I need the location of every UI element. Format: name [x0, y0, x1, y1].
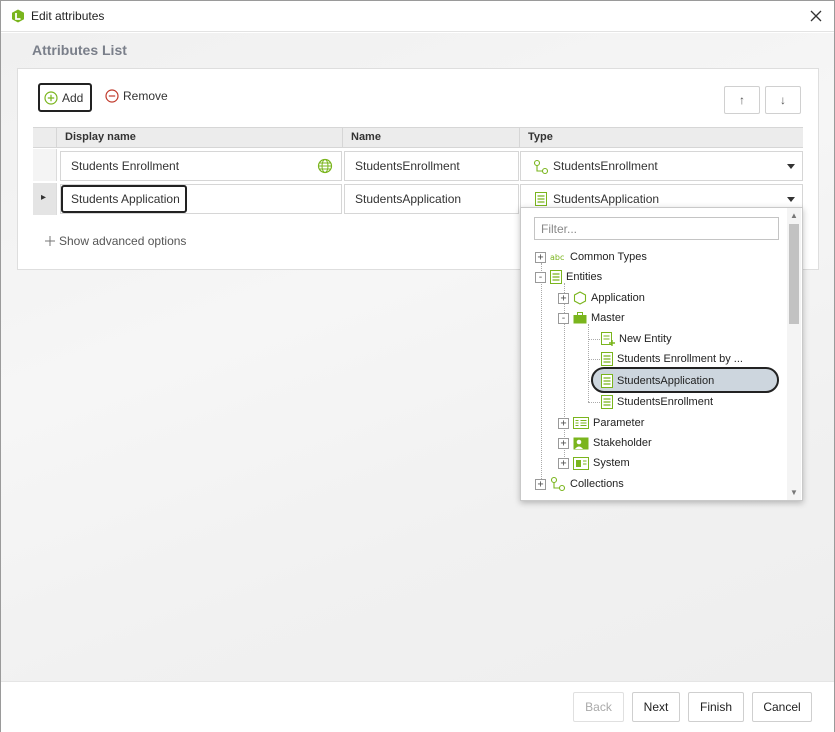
- tree-node-parameter[interactable]: + Parameter: [558, 414, 644, 432]
- finish-label: Finish: [699, 700, 732, 714]
- name-text: StudentsApplication: [355, 192, 462, 206]
- tree-node-system[interactable]: + System: [558, 454, 630, 472]
- tree-node-label: Application: [591, 292, 645, 304]
- add-circle-icon: [44, 90, 58, 105]
- scroll-up-icon[interactable]: ▲: [790, 211, 798, 220]
- add-label: Add: [62, 90, 84, 105]
- back-button[interactable]: Back: [573, 692, 624, 722]
- row-selector[interactable]: [33, 149, 57, 181]
- tree-node-label: Collections: [570, 478, 624, 490]
- arrow-down-icon: ↓: [780, 93, 786, 107]
- collapse-icon[interactable]: -: [535, 271, 546, 283]
- tree-node-master[interactable]: - Master: [558, 309, 625, 327]
- back-label: Back: [585, 700, 612, 714]
- entity-icon: [601, 352, 613, 366]
- display-name-cell[interactable]: Students Application: [60, 184, 342, 214]
- scrollbar-thumb[interactable]: [789, 224, 799, 324]
- system-icon: [573, 456, 589, 470]
- entity-icon: [550, 270, 562, 284]
- tree-node-label: StudentsApplication: [617, 375, 715, 387]
- close-icon: [810, 10, 822, 22]
- tree-node-collections[interactable]: + Collections: [535, 475, 624, 493]
- row-selector-active[interactable]: ▸: [33, 183, 57, 215]
- column-name[interactable]: Name: [351, 128, 381, 147]
- scrollbar[interactable]: ▲ ▼: [787, 208, 801, 500]
- tree-node-students-enrollment-by[interactable]: Students Enrollment by ...: [601, 350, 743, 368]
- entity-icon: [601, 395, 613, 409]
- remove-button[interactable]: Remove: [105, 89, 168, 103]
- advanced-options-label: Show advanced options: [59, 234, 187, 248]
- tree-node-label: StudentsEnrollment: [617, 396, 713, 408]
- stakeholder-icon: [573, 437, 589, 449]
- show-advanced-options-link[interactable]: Show advanced options: [45, 234, 186, 248]
- hexagon-icon: [573, 291, 587, 305]
- current-row-marker-icon: ▸: [41, 192, 47, 203]
- next-label: Next: [643, 700, 669, 714]
- tree-node-label: New Entity: [619, 333, 672, 345]
- highlight-box: [61, 185, 187, 213]
- collection-icon: [533, 159, 549, 175]
- expand-icon[interactable]: +: [558, 292, 569, 304]
- app-logo-icon: [11, 9, 25, 23]
- cancel-button[interactable]: Cancel: [752, 692, 812, 722]
- tree-node-label: Parameter: [593, 417, 645, 429]
- finish-button[interactable]: Finish: [688, 692, 744, 722]
- type-text: StudentsEnrollment: [553, 159, 658, 173]
- tree-node-students-enrollment[interactable]: StudentsEnrollment: [601, 393, 713, 411]
- close-button[interactable]: [804, 4, 828, 28]
- move-down-button[interactable]: ↓: [765, 86, 801, 114]
- window-title: Edit attributes: [31, 9, 105, 23]
- entity-icon: [535, 192, 547, 206]
- expand-icon[interactable]: +: [535, 251, 546, 263]
- name-cell[interactable]: StudentsEnrollment: [344, 151, 519, 181]
- parameter-icon: [573, 417, 589, 429]
- column-type[interactable]: Type: [528, 128, 553, 147]
- tree-node-students-application[interactable]: StudentsApplication: [601, 372, 714, 390]
- remove-circle-icon: [105, 89, 119, 103]
- svg-text:abc: abc: [550, 253, 564, 262]
- expand-icon[interactable]: +: [558, 417, 569, 429]
- add-button[interactable]: Add: [38, 83, 92, 112]
- tree-node-entities[interactable]: - Entities: [535, 268, 602, 286]
- briefcase-icon: [573, 312, 587, 324]
- tree-node-label: Stakeholder: [593, 437, 652, 449]
- move-up-button[interactable]: ↑: [724, 86, 760, 114]
- section-title: Attributes List: [32, 42, 127, 58]
- display-name-cell[interactable]: Students Enrollment: [60, 151, 342, 181]
- tree-node-label: Entities: [566, 271, 603, 283]
- tree-node-stakeholder[interactable]: + Stakeholder: [558, 434, 652, 452]
- title-bar: Edit attributes: [1, 1, 834, 32]
- tree-node-label: Common Types: [570, 251, 647, 263]
- text-type-icon: abc: [550, 253, 564, 262]
- tree-node-label: Master: [591, 312, 625, 324]
- tree-node-new-entity[interactable]: New Entity: [601, 330, 672, 348]
- name-text: StudentsEnrollment: [355, 159, 460, 173]
- plus-icon: [45, 236, 55, 246]
- name-cell[interactable]: StudentsApplication: [344, 184, 519, 214]
- display-name-text: Students Enrollment: [71, 159, 180, 173]
- tree-node-common-types[interactable]: + abc Common Types: [535, 248, 647, 266]
- expand-icon[interactable]: +: [535, 478, 546, 490]
- scroll-down-icon[interactable]: ▼: [790, 488, 798, 497]
- next-button[interactable]: Next: [632, 692, 680, 722]
- expand-icon[interactable]: +: [558, 457, 569, 469]
- new-entity-icon: [601, 332, 615, 346]
- entity-icon: [601, 374, 613, 388]
- remove-label: Remove: [123, 89, 168, 103]
- cancel-label: Cancel: [763, 700, 801, 714]
- tree-node-application[interactable]: + Application: [558, 289, 645, 307]
- type-cell[interactable]: StudentsEnrollment: [520, 151, 803, 181]
- column-display-name[interactable]: Display name: [65, 128, 136, 147]
- edit-attributes-dialog: Edit attributes Attributes List Add Remo…: [0, 0, 835, 732]
- dropdown-arrow-icon[interactable]: [786, 152, 796, 180]
- collapse-icon[interactable]: -: [558, 312, 569, 324]
- globe-icon[interactable]: [317, 158, 333, 174]
- tree-node-label: System: [593, 457, 630, 469]
- expand-icon[interactable]: +: [558, 437, 569, 449]
- grid-header: Display name Name Type: [33, 127, 803, 148]
- arrow-up-icon: ↑: [739, 93, 745, 107]
- filter-input[interactable]: [534, 217, 779, 240]
- collection-icon: [550, 476, 566, 492]
- tree-node-label: Students Enrollment by ...: [617, 353, 743, 365]
